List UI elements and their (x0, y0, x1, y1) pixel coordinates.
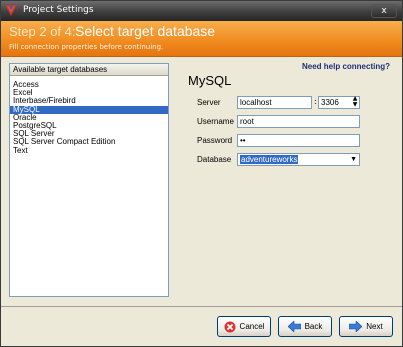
database-list: Access Excel Interbase/Firebird MySQL Or… (10, 76, 168, 155)
port-spinner[interactable]: ▲ ▼ (351, 96, 359, 109)
username-input[interactable]: root (237, 115, 360, 128)
close-button[interactable]: x (371, 4, 397, 18)
port-separator: : (314, 97, 317, 106)
database-label: Database (197, 155, 232, 164)
database-select-value: adventureworks (240, 155, 299, 164)
server-label: Server (197, 98, 221, 107)
database-item-sqlserver-compact[interactable]: SQL Server Compact Edition (10, 138, 168, 146)
selected-database-title: MySQL (188, 73, 232, 88)
next-label: Next (366, 322, 383, 331)
cancel-label: Cancel (239, 322, 265, 331)
back-button[interactable]: Back (278, 316, 332, 337)
footer-divider (1, 306, 402, 307)
help-link[interactable]: Need help connecting? (302, 62, 390, 71)
database-list-panel: Available target databases Access Excel … (9, 63, 169, 297)
window-title: Project Settings (23, 5, 94, 15)
password-label: Password (197, 136, 233, 145)
page-subtitle: Fill connection properties before contin… (9, 43, 164, 51)
page-title: Select target database (75, 23, 216, 39)
wizard-header: Step 2 of 4: Select target database Fill… (1, 21, 402, 57)
cancel-x-icon (224, 321, 236, 332)
cancel-button[interactable]: Cancel (217, 316, 271, 337)
title-bar[interactable]: Project Settings x (1, 1, 402, 21)
project-settings-window: Project Settings x Step 2 of 4: Select t… (0, 0, 403, 347)
server-input[interactable]: localhost (237, 96, 312, 109)
spin-down-icon[interactable]: ▼ (351, 102, 359, 108)
step-indicator: Step 2 of 4: (9, 24, 76, 39)
database-item-access[interactable]: Access (10, 80, 168, 89)
app-icon (5, 5, 17, 16)
username-label: Username (197, 117, 234, 126)
database-select[interactable]: adventureworks ▼ (237, 153, 360, 166)
port-value: 3306 (321, 98, 339, 107)
arrow-left-icon (287, 321, 301, 332)
back-label: Back (304, 322, 323, 331)
database-item-text[interactable]: Text (10, 146, 168, 155)
password-input[interactable]: •• (237, 134, 360, 147)
arrow-right-icon (349, 321, 363, 332)
chevron-down-icon[interactable]: ▼ (350, 154, 357, 165)
next-button[interactable]: Next (339, 316, 393, 337)
database-list-header: Available target databases (10, 64, 168, 76)
